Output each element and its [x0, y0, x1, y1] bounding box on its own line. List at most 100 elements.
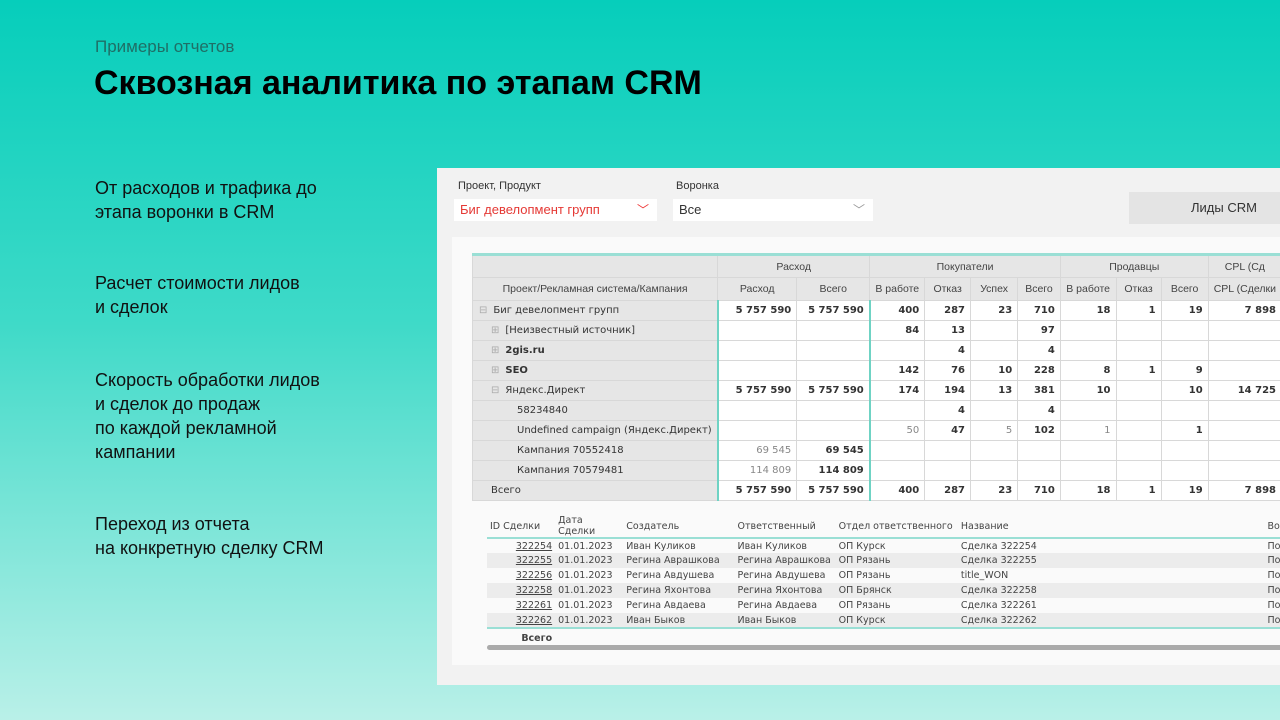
column-header[interactable]: Название [957, 515, 1265, 539]
table-cell: Сделка 322261 [960, 600, 1037, 611]
deal-link[interactable]: 322255 [516, 555, 552, 566]
deal-link[interactable]: 322254 [516, 541, 552, 552]
column-header[interactable]: Отдел ответственного [835, 515, 958, 539]
table-cell [796, 340, 871, 361]
table-cell [970, 320, 1019, 341]
column-header[interactable]: Всего [796, 277, 871, 301]
column-header[interactable]: ID Сделки [487, 515, 556, 539]
table-cell: 50 [869, 420, 926, 441]
table-cell: Регина Авдушева [737, 570, 826, 581]
column-header[interactable]: Всего [1017, 277, 1061, 301]
column-header[interactable]: Всего [1160, 277, 1209, 301]
table-cell: 5 757 590 [796, 480, 871, 501]
expand-icon[interactable]: ⊞ [491, 365, 499, 376]
row-name-cell[interactable]: ⊞ [Неизвестный источник] [471, 320, 719, 341]
table-cell: Регина Аврашкова [623, 553, 735, 568]
column-header[interactable]: Проект/Рекламная система/Кампания [471, 277, 719, 301]
table-cell: Сделка 322254 [960, 540, 1037, 552]
table-cell: 322254 [487, 538, 555, 553]
column-header[interactable]: Успех [970, 277, 1019, 301]
column-header[interactable]: Создатель [623, 515, 735, 539]
table-cell [1207, 320, 1280, 341]
crm-leads-button[interactable]: Лиды CRM [1129, 192, 1280, 224]
table-cell [970, 460, 1019, 481]
table-row[interactable]: Кампания 70552418 69 545 69 545 [471, 440, 1280, 461]
column-header[interactable]: Расход [717, 277, 798, 301]
column-header[interactable]: Отказ [1115, 277, 1162, 301]
funnel-select[interactable]: Все ﹀ [673, 199, 873, 221]
table-row[interactable]: Кампания 70579481 114 809 114 809 [471, 460, 1280, 481]
table-cell: Регина Авдушева [626, 570, 715, 581]
table-cell: 322255 [487, 553, 556, 568]
table-row[interactable]: ⊞ SEO 142 76 10 228 8 1 9 [471, 360, 1280, 381]
table-cell: 4 [924, 340, 972, 361]
expand-icon[interactable]: ⊞ [491, 325, 499, 336]
group-header: Продавцы [1059, 254, 1209, 278]
table-cell: ОП Рязань [838, 600, 891, 611]
table-cell [924, 460, 972, 481]
table-row[interactable]: 322254 01.01.2023 Иван Куликов Иван Куликов… [487, 538, 1280, 553]
table-row[interactable]: 58234840 4 4 [471, 400, 1280, 421]
table-row[interactable]: Undefined campaign (Яндекс.Директ) 50 47 5 1… [471, 420, 1280, 441]
deal-link[interactable]: 322256 [516, 570, 552, 581]
table-row[interactable]: ⊞ 2gis.ru 4 4 [471, 340, 1280, 361]
column-header[interactable]: В работе [1059, 277, 1117, 301]
row-name-cell[interactable]: Кампания 70579481 [471, 460, 719, 481]
table-cell: 5 757 590 [796, 380, 871, 401]
table-cell: 4 [924, 400, 972, 421]
table-cell: Сделка 322255 [957, 553, 1265, 568]
table-cell: 01.01.2023 [558, 570, 613, 581]
row-name-cell[interactable]: Кампания 70552418 [471, 440, 719, 461]
expand-icon[interactable]: ⊞ [491, 345, 499, 356]
subtitle: Примеры отчетов [95, 37, 235, 56]
table-row[interactable]: 322256 01.01.2023 Регина Авдушева Регина Ав… [487, 568, 1280, 583]
table-row[interactable]: ⊟ Биг девелопмент групп 5 757 590 5 757 590… [471, 300, 1280, 321]
table-cell [1059, 440, 1117, 461]
row-name-cell[interactable]: ⊟ Биг девелопмент групп [471, 300, 719, 321]
table-cell: 142 [869, 360, 926, 381]
row-name-cell[interactable]: ⊞ 2gis.ru [471, 340, 719, 361]
table-row[interactable]: 322261 01.01.2023 Регина Авдаева Регина Авд… [487, 598, 1280, 613]
table-cell: 23 [970, 300, 1019, 321]
column-header[interactable]: Отказ [924, 277, 972, 301]
table-cell: Регина Яхонтова [734, 583, 836, 598]
row-name-cell[interactable]: ⊟ Яндекс.Директ [471, 380, 719, 401]
collapse-icon[interactable]: ⊟ [479, 305, 487, 316]
table-cell: 4 [1017, 340, 1061, 361]
deal-link[interactable]: 322261 [516, 600, 552, 611]
row-name-cell[interactable]: Всего [471, 480, 719, 501]
table-row[interactable]: ⊞ [Неизвестный источник] 84 13 97 [471, 320, 1280, 341]
horizontal-scrollbar[interactable] [487, 645, 1280, 650]
table-cell: 287 [924, 480, 972, 501]
table-row[interactable]: 322255 01.01.2023 Регина Аврашкова Регина А… [487, 553, 1280, 568]
funnel-label: Воронка [676, 180, 719, 192]
table-cell [970, 400, 1019, 421]
column-header[interactable]: Ворон [1264, 515, 1280, 539]
table-row[interactable]: Всего 5 757 590 5 757 590 400 287 23 710 18 1 19 7… [471, 480, 1280, 501]
table-cell [716, 360, 798, 381]
table-cell [1160, 320, 1209, 341]
table-cell: 5 757 590 [716, 480, 798, 501]
row-name-cell[interactable]: Undefined campaign (Яндекс.Директ) [471, 420, 719, 441]
table-cell: 5 757 590 [796, 300, 871, 321]
group-header: Расход [717, 254, 871, 278]
deal-link[interactable]: 322258 [516, 585, 552, 596]
column-header[interactable]: Дата Сделки [555, 515, 624, 539]
table-cell: 228 [1017, 360, 1061, 381]
table-row[interactable]: ⊟ Яндекс.Директ 5 757 590 5 757 590 174 194 13… [471, 380, 1280, 401]
column-header[interactable]: В работе [869, 277, 926, 301]
deal-link[interactable]: 322262 [516, 615, 552, 626]
column-header[interactable]: CPL (Сделки [1207, 277, 1280, 301]
table-cell [1207, 340, 1280, 361]
table-cell [970, 440, 1019, 461]
table-cell [1017, 440, 1061, 461]
table-cell: Покупа [1264, 553, 1280, 568]
column-header[interactable]: Ответственный [734, 515, 836, 539]
row-name: Всего [491, 485, 521, 496]
table-row[interactable]: 322262 01.01.2023 Иван Быков Иван Быков ОП К… [487, 613, 1280, 628]
table-row[interactable]: 322258 01.01.2023 Регина Яхонтова Регина Ях… [487, 583, 1280, 598]
row-name-cell[interactable]: ⊞ SEO [471, 360, 719, 381]
collapse-icon[interactable]: ⊟ [491, 385, 499, 396]
row-name-cell[interactable]: 58234840 [471, 400, 719, 421]
project-select[interactable]: Биг девелопмент групп ﹀ [454, 199, 657, 221]
